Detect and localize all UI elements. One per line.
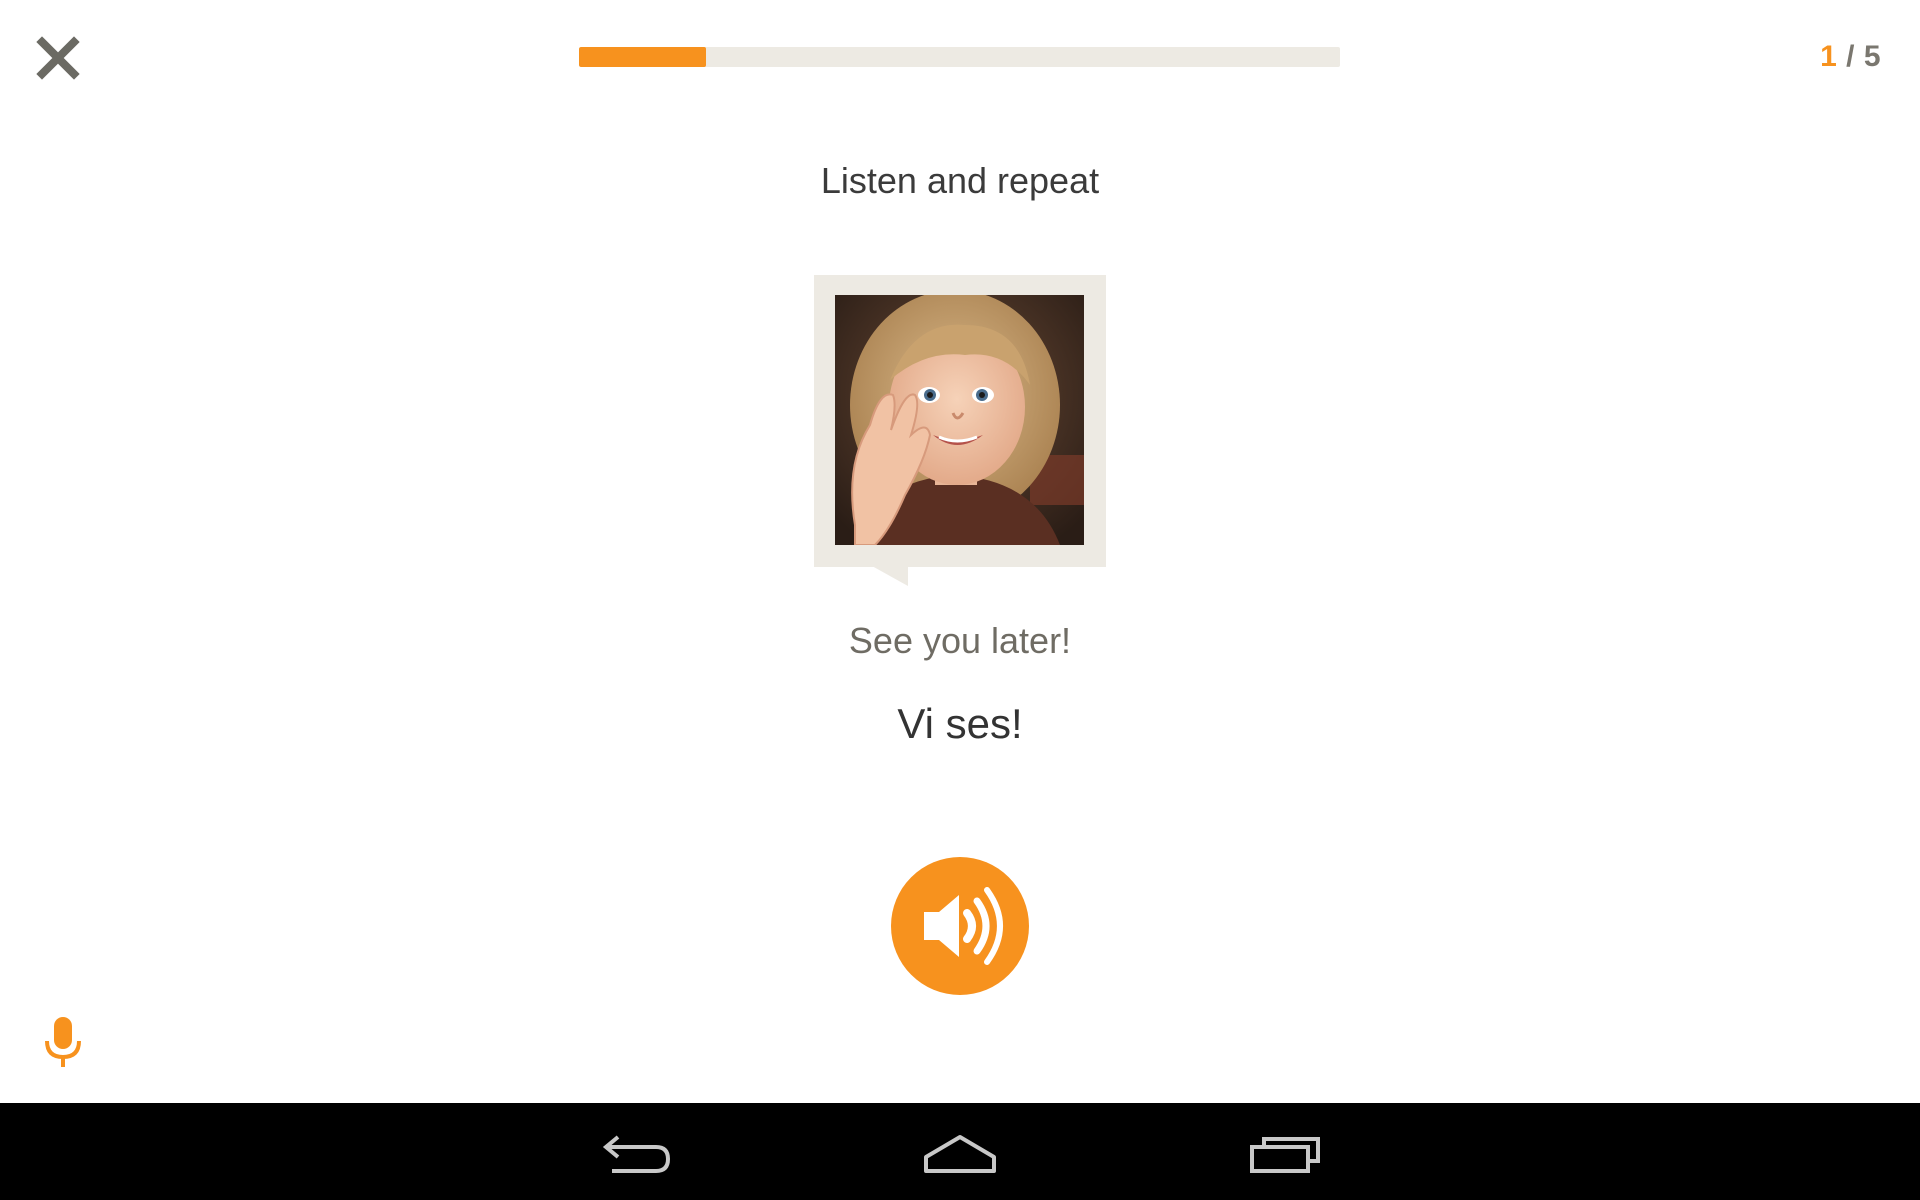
home-icon bbox=[924, 1135, 996, 1173]
back-button[interactable] bbox=[590, 1125, 680, 1181]
close-button[interactable] bbox=[30, 30, 86, 86]
home-button[interactable] bbox=[915, 1125, 1005, 1181]
lesson-image bbox=[835, 295, 1084, 545]
target-phrase: Vi ses! bbox=[897, 700, 1023, 747]
microphone-button[interactable] bbox=[40, 1015, 86, 1071]
back-icon bbox=[602, 1135, 671, 1173]
play-audio-button[interactable] bbox=[891, 857, 1029, 995]
lesson-screen: 1 / 5 Listen and repeat See you later! V… bbox=[0, 0, 1920, 1103]
photo-card bbox=[814, 275, 1106, 567]
counter-separator: / bbox=[1837, 40, 1864, 73]
speech-tail bbox=[872, 566, 908, 586]
close-icon bbox=[36, 36, 80, 80]
progress-fill bbox=[579, 47, 707, 67]
counter-total: 5 bbox=[1863, 40, 1881, 73]
progress-bar bbox=[579, 47, 1340, 67]
translation-text: See you later! bbox=[848, 620, 1072, 661]
question-counter: 1 / 5 bbox=[1820, 40, 1881, 74]
speaker-icon bbox=[924, 887, 1003, 965]
instruction-title: Listen and repeat bbox=[820, 160, 1100, 201]
recents-icon bbox=[1250, 1137, 1320, 1173]
microphone-icon bbox=[45, 1017, 81, 1067]
recents-button[interactable] bbox=[1240, 1125, 1330, 1181]
counter-current: 1 bbox=[1820, 40, 1838, 73]
